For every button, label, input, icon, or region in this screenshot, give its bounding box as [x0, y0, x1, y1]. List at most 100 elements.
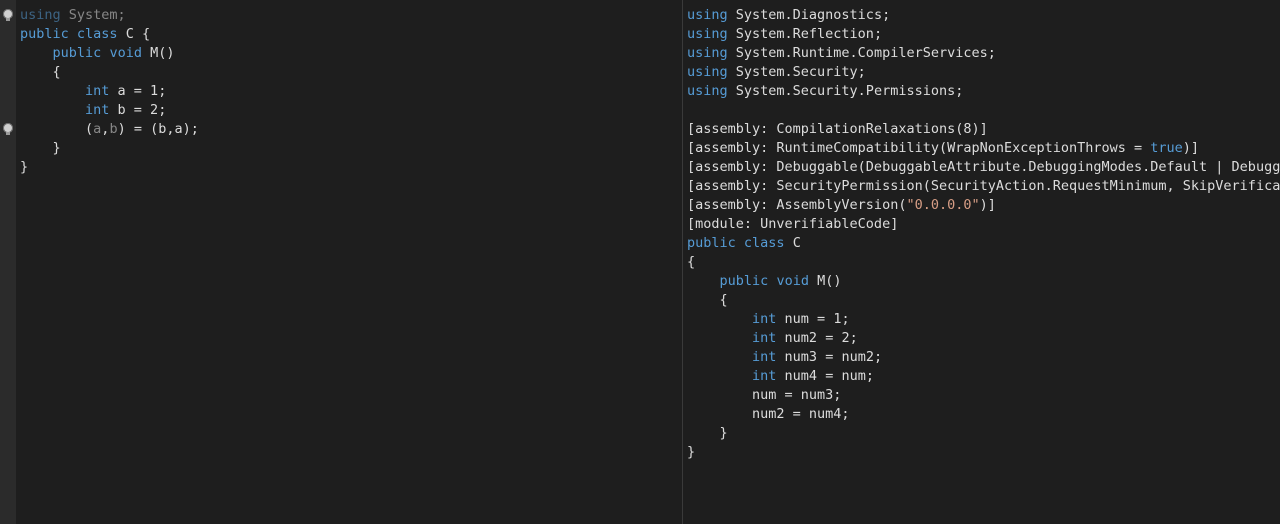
code-line: int num3 = num2; [687, 348, 1280, 367]
code-line: } [20, 158, 199, 177]
code-line: [assembly: SecurityPermission(SecurityAc… [687, 177, 1280, 196]
code-token: [assembly: SecurityPermission(SecurityAc… [687, 178, 1280, 194]
code-line: using System; [20, 6, 199, 25]
code-line: [assembly: RuntimeCompatibility(WrapNonE… [687, 139, 1280, 158]
code-token: System.Reflection; [727, 26, 883, 42]
code-token: System; [60, 7, 126, 23]
code-token: class [76, 26, 118, 42]
code-token: [assembly: CompilationRelaxations(8)] [687, 121, 988, 137]
code-line: int b = 2; [20, 101, 199, 120]
decompiled-output[interactable]: using System.Diagnostics; using System.Re… [683, 0, 1280, 524]
code-line: [assembly: AssemblyVersion("0.0.0.0")] [687, 196, 1280, 215]
code-token: { [687, 292, 728, 308]
code-token: M() [141, 45, 175, 61]
source-editor[interactable]: using System; public class C { public voi… [16, 0, 682, 524]
code-token: C { [117, 26, 151, 42]
code-token: ( [20, 121, 94, 137]
code-line: using System.Security.Permissions; [687, 82, 1280, 101]
code-line: { [20, 63, 199, 82]
code-line: using System.Reflection; [687, 25, 1280, 44]
code-line: public class C [687, 234, 1280, 253]
source-code[interactable]: using System; public class C { public voi… [20, 6, 199, 177]
code-token: a [93, 121, 102, 137]
code-line: public void M() [687, 272, 1280, 291]
code-compare-view: using System; public class C { public voi… [0, 0, 1280, 524]
code-line: using System.Runtime.CompilerServices; [687, 44, 1280, 63]
code-token: using [687, 7, 728, 23]
code-token: )] [979, 197, 996, 213]
code-token: } [20, 159, 29, 175]
code-line: { [687, 253, 1280, 272]
code-token: { [687, 254, 696, 270]
code-token: num = 1; [776, 311, 850, 327]
code-token: int [752, 368, 777, 384]
code-token: M() [808, 273, 842, 289]
code-line: using System.Security; [687, 63, 1280, 82]
code-token: using [687, 83, 728, 99]
code-line: int num4 = num; [687, 367, 1280, 386]
code-token: [module: UnverifiableCode] [687, 216, 899, 232]
code-token: public [20, 26, 69, 42]
code-token: ) = (b,a); [117, 121, 199, 137]
code-token: } [20, 140, 61, 156]
code-token: using [687, 26, 728, 42]
code-line: } [20, 139, 199, 158]
code-token: "0.0.0.0" [906, 197, 980, 213]
code-token: void [109, 45, 142, 61]
code-line: public class C { [20, 25, 199, 44]
code-token: int [85, 83, 110, 99]
code-token: int [752, 349, 777, 365]
code-line: { [687, 291, 1280, 310]
code-token: [assembly: RuntimeCompatibility(WrapNonE… [687, 140, 1151, 156]
code-token: System.Security; [727, 64, 866, 80]
editor-gutter [0, 0, 16, 524]
code-token: )] [1182, 140, 1200, 156]
code-token: int [85, 102, 110, 118]
code-line: num = num3; [687, 386, 1280, 405]
code-token: { [20, 64, 61, 80]
code-line: } [687, 443, 1280, 462]
code-token: void [776, 273, 809, 289]
lightbulb-icon[interactable] [3, 123, 13, 135]
code-line: int num2 = 2; [687, 329, 1280, 348]
code-token: System.Security.Permissions; [727, 83, 964, 99]
code-token: } [687, 444, 696, 460]
code-token: using [20, 7, 61, 23]
code-token: true [1150, 140, 1183, 156]
code-token: int [752, 330, 777, 346]
code-token: public [687, 235, 736, 251]
code-token: [assembly: Debuggable(DebuggableAttribut… [687, 159, 1280, 175]
code-token: C [784, 235, 801, 251]
code-token: num4 = num; [776, 368, 874, 384]
code-token: num2 = 2; [776, 330, 858, 346]
code-line: (a,b) = (b,a); [20, 120, 199, 139]
code-line: [assembly: CompilationRelaxations(8)] [687, 120, 1280, 139]
code-token: b = 2; [109, 102, 167, 118]
lightbulb-icon[interactable] [3, 9, 13, 21]
code-token: using [687, 64, 728, 80]
code-token: class [743, 235, 785, 251]
code-token: num2 = num4; [687, 406, 850, 422]
code-token: System.Runtime.CompilerServices; [727, 45, 996, 61]
code-line: [assembly: Debuggable(DebuggableAttribut… [687, 158, 1280, 177]
code-token: } [687, 425, 728, 441]
code-token: public [52, 45, 102, 61]
code-token: public [719, 273, 769, 289]
code-token: System.Diagnostics; [727, 7, 891, 23]
code-token: a = 1; [109, 83, 167, 99]
code-line: int num = 1; [687, 310, 1280, 329]
code-token: num3 = num2; [776, 349, 883, 365]
code-line: [module: UnverifiableCode] [687, 215, 1280, 234]
code-token: using [687, 45, 728, 61]
code-line: num2 = num4; [687, 405, 1280, 424]
